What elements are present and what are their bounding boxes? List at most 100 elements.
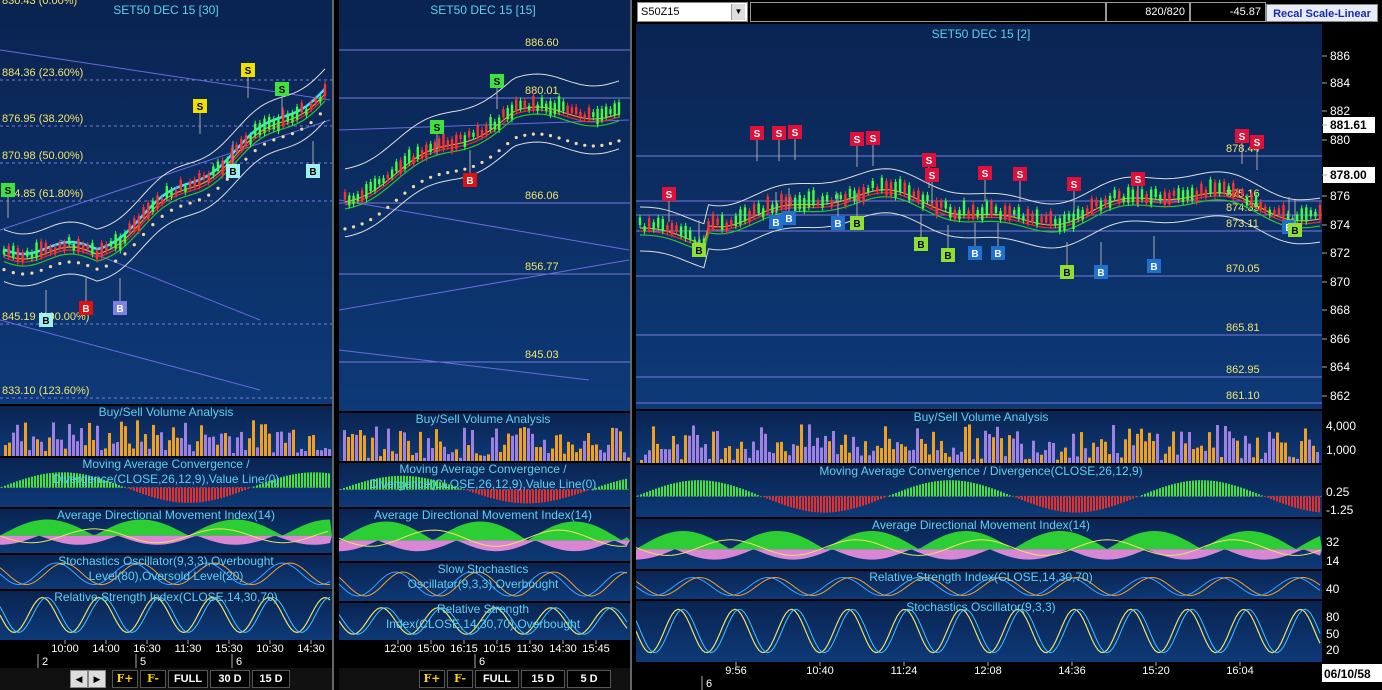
range-5d-button[interactable]: 5 D <box>567 670 611 688</box>
candle-body <box>1017 207 1020 219</box>
candle-body <box>1300 208 1303 221</box>
chart-2min-canvas[interactable]: SET50 DEC 15 [2]878.44875.16874.35873.11… <box>636 0 1382 690</box>
candle-body <box>536 104 539 112</box>
volume-bar <box>156 435 159 457</box>
full-button[interactable]: FULL <box>475 670 519 688</box>
candle-body <box>184 186 187 193</box>
signal-letter: B <box>853 219 860 230</box>
psar-dot <box>290 132 295 136</box>
symbol-select[interactable]: S50Z15 ▼ <box>637 2 748 22</box>
candle-body <box>1031 213 1034 222</box>
volume-bar <box>559 434 562 462</box>
psar-dot <box>188 201 192 205</box>
candle-body <box>323 84 327 96</box>
price-level-label: 830.43 (0.00%) <box>2 0 77 7</box>
volume-bar <box>1044 450 1047 464</box>
volume-bar <box>940 440 943 464</box>
candle-body <box>1222 181 1226 193</box>
signal-letter: S <box>1254 138 1261 149</box>
candle-body <box>1099 200 1103 211</box>
candle-body <box>1026 209 1030 224</box>
time-label: 10:30 <box>256 643 284 655</box>
chevron-down-icon[interactable]: ▼ <box>731 4 745 20</box>
signal-letter: B <box>971 249 978 260</box>
day-label: 6 <box>236 656 242 668</box>
candle-body <box>309 102 313 110</box>
time-label: 10:00 <box>51 643 79 655</box>
candle-body <box>1213 182 1217 197</box>
psar-dot <box>386 205 390 209</box>
full-button[interactable]: FULL <box>168 670 208 688</box>
candle-body <box>958 209 961 220</box>
range-15d-button[interactable]: 15 D <box>252 670 290 688</box>
candle-body <box>30 252 34 259</box>
signal-letter: B <box>466 176 473 187</box>
price-tick-label: 876 <box>1330 189 1350 203</box>
candle-body <box>876 187 879 192</box>
volume-bar <box>499 452 502 462</box>
candle-body <box>86 244 89 250</box>
range-30d-button[interactable]: 30 D <box>210 670 250 688</box>
candle-body <box>839 194 843 200</box>
candle-body <box>1076 208 1080 220</box>
psar-dot <box>39 268 43 272</box>
recal-scale-button[interactable]: Recal Scale-Linear <box>1266 4 1378 22</box>
volume-bar <box>467 445 470 462</box>
candle-body <box>670 222 674 235</box>
psar-dot <box>309 120 313 125</box>
zoom-out-button[interactable]: F- <box>140 670 166 688</box>
signal-letter: S <box>776 129 783 140</box>
candle-body <box>244 135 248 146</box>
volume-bar <box>688 435 691 464</box>
candle-body <box>489 117 492 130</box>
candle-body <box>1090 198 1094 214</box>
psar-dot <box>617 139 621 143</box>
candle-body <box>425 144 428 159</box>
chart-pane-15min[interactable]: SET50 DEC 15 [15] 886.60 880.01 866.06 856.7… <box>339 0 632 690</box>
candle-body <box>49 247 52 254</box>
price-tick-label: 870 <box>1330 275 1350 289</box>
volume-bar <box>724 448 727 464</box>
zoom-in-button[interactable]: F+ <box>419 670 445 688</box>
volume-bar <box>1048 441 1051 464</box>
candle-body <box>1295 214 1299 221</box>
candle-body <box>7 246 10 257</box>
candle-body <box>1195 190 1198 203</box>
signal-letter: B <box>917 240 924 251</box>
chart-15min-canvas[interactable]: SET50 DEC 15 [15]886.60880.01866.06856.7… <box>339 0 632 668</box>
chart-pane-2min[interactable]: SET50 DEC 15 [2]878.44875.16874.35873.11… <box>636 0 1382 690</box>
indicator-tick-label: 50 <box>1326 627 1340 641</box>
psar-dot <box>281 135 285 139</box>
candle-body <box>1049 211 1052 226</box>
signal-letter: S <box>926 156 933 167</box>
candle-body <box>579 111 582 118</box>
candle-body <box>1177 188 1180 200</box>
signal-letter: S <box>1071 180 1078 191</box>
scroll-right-button[interactable]: ▶ <box>88 670 106 688</box>
scroll-left-button[interactable]: ◀ <box>70 670 88 688</box>
signal-letter: S <box>929 171 936 182</box>
time-label: 14:36 <box>1058 665 1086 677</box>
volume-bar <box>515 434 518 462</box>
chart-30min-canvas[interactable]: SET50 DEC 15 [30] 884.36 (23.60%) 876.95 (… <box>0 0 334 668</box>
chart-pane-30min[interactable]: SET50 DEC 15 [30] 884.36 (23.60%) 876.95 (… <box>0 0 334 690</box>
candle-body <box>81 243 85 251</box>
range-15d-button[interactable]: 15 D <box>521 670 565 688</box>
candle-body <box>1204 189 1208 198</box>
volume-bar <box>144 434 147 457</box>
volume-bar <box>696 434 699 464</box>
psar-dot <box>58 261 62 266</box>
zoom-out-button[interactable]: F- <box>447 670 473 688</box>
candle-body <box>908 185 911 200</box>
psar-dot <box>225 177 229 181</box>
candle-body <box>1168 192 1171 205</box>
zoom-in-button[interactable]: F+ <box>112 670 138 688</box>
price-level-label: 876.95 (38.20%) <box>2 113 83 125</box>
volume-bar <box>920 438 923 464</box>
volume-bar <box>240 431 243 457</box>
price-tick-label: 874 <box>1330 218 1350 232</box>
candle-body <box>1058 218 1062 232</box>
volume-bar <box>1228 431 1231 464</box>
volume-bar <box>676 444 679 464</box>
candle-body <box>156 195 159 209</box>
